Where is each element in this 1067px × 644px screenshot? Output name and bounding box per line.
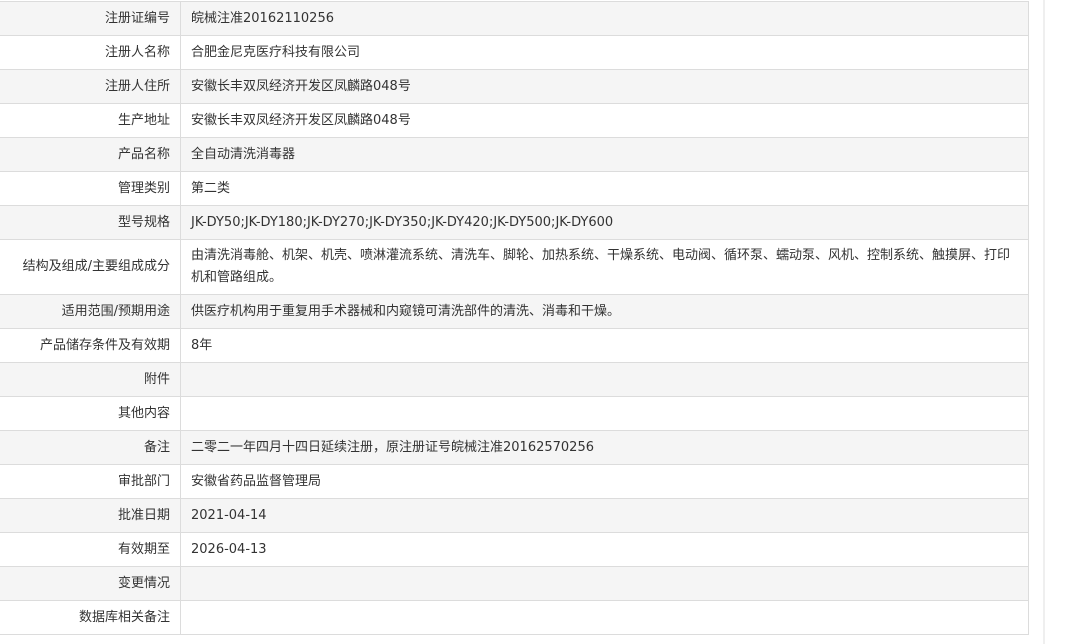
field-value: 由清洗消毒舱、机架、机壳、喷淋灌流系统、清洗车、脚轮、加热系统、干燥系统、电动阀…: [180, 239, 1029, 295]
field-label: 批准日期: [0, 498, 181, 533]
table-row: 产品名称 全自动清洗消毒器: [0, 137, 1029, 172]
field-label: 产品储存条件及有效期: [0, 328, 181, 363]
table-row: 备注 二零二一年四月十四日延续注册，原注册证号皖械注准20162570256: [0, 430, 1029, 465]
table-row: 生产地址 安徽长丰双凤经济开发区凤麟路048号: [0, 103, 1029, 138]
table-row: 注册人名称 合肥金尼克医疗科技有限公司: [0, 35, 1029, 70]
field-label: 型号规格: [0, 205, 181, 240]
page-right-margin: [1045, 0, 1067, 644]
field-label: 生产地址: [0, 103, 181, 138]
field-label: 结构及组成/主要组成成分: [0, 239, 181, 295]
field-value: 安徽省药品监督管理局: [180, 464, 1029, 499]
field-value: [180, 566, 1029, 601]
table-row: 有效期至 2026-04-13: [0, 532, 1029, 567]
field-value: 2026-04-13: [180, 532, 1029, 567]
table-row: 适用范围/预期用途 供医疗机构用于重复用手术器械和内窥镜可清洗部件的清洗、消毒和干…: [0, 294, 1029, 329]
table-row: 变更情况: [0, 566, 1029, 601]
field-value: 8年: [180, 328, 1029, 363]
field-value: 全自动清洗消毒器: [180, 137, 1029, 172]
field-value: 安徽长丰双凤经济开发区凤麟路048号: [180, 69, 1029, 104]
table-row: 注册人住所 安徽长丰双凤经济开发区凤麟路048号: [0, 69, 1029, 104]
table-row: 型号规格 JK-DY50;JK-DY180;JK-DY270;JK-DY350;J…: [0, 205, 1029, 240]
table-row: 审批部门 安徽省药品监督管理局: [0, 464, 1029, 499]
table-row: 产品储存条件及有效期 8年: [0, 328, 1029, 363]
table-row: 数据库相关备注: [0, 600, 1029, 635]
field-label: 产品名称: [0, 137, 181, 172]
registration-detail-body: 注册证编号 皖械注准20162110256 注册人名称 合肥金尼克医疗科技有限公司 注册…: [0, 1, 1029, 635]
field-value: 安徽长丰双凤经济开发区凤麟路048号: [180, 103, 1029, 138]
field-label: 注册人住所: [0, 69, 181, 104]
field-label: 注册证编号: [0, 1, 181, 36]
field-value: 2021-04-14: [180, 498, 1029, 533]
field-value: [180, 362, 1029, 397]
field-value: 合肥金尼克医疗科技有限公司: [180, 35, 1029, 70]
field-label: 备注: [0, 430, 181, 465]
field-value: 第二类: [180, 171, 1029, 206]
field-label: 有效期至: [0, 532, 181, 567]
field-label: 审批部门: [0, 464, 181, 499]
field-label: 数据库相关备注: [0, 600, 181, 635]
table-row: 批准日期 2021-04-14: [0, 498, 1029, 533]
field-value: 二零二一年四月十四日延续注册，原注册证号皖械注准20162570256: [180, 430, 1029, 465]
table-row: 注册证编号 皖械注准20162110256: [0, 1, 1029, 36]
field-label: 变更情况: [0, 566, 181, 601]
field-label: 注册人名称: [0, 35, 181, 70]
field-value: [180, 600, 1029, 635]
field-value: 供医疗机构用于重复用手术器械和内窥镜可清洗部件的清洗、消毒和干燥。: [180, 294, 1029, 329]
table-row: 管理类别 第二类: [0, 171, 1029, 206]
registration-detail-table: 注册证编号 皖械注准20162110256 注册人名称 合肥金尼克医疗科技有限公司 注册…: [0, 1, 1029, 635]
field-value: [180, 396, 1029, 431]
table-row: 其他内容: [0, 396, 1029, 431]
table-row: 结构及组成/主要组成成分 由清洗消毒舱、机架、机壳、喷淋灌流系统、清洗车、脚轮、加…: [0, 239, 1029, 295]
field-value: 皖械注准20162110256: [180, 1, 1029, 36]
field-label: 管理类别: [0, 171, 181, 206]
field-label: 附件: [0, 362, 181, 397]
field-label: 其他内容: [0, 396, 181, 431]
field-label: 适用范围/预期用途: [0, 294, 181, 329]
field-value: JK-DY50;JK-DY180;JK-DY270;JK-DY350;JK-DY…: [180, 205, 1029, 240]
table-row: 附件: [0, 362, 1029, 397]
registration-detail-page: 注册证编号 皖械注准20162110256 注册人名称 合肥金尼克医疗科技有限公司 注册…: [0, 0, 1067, 644]
